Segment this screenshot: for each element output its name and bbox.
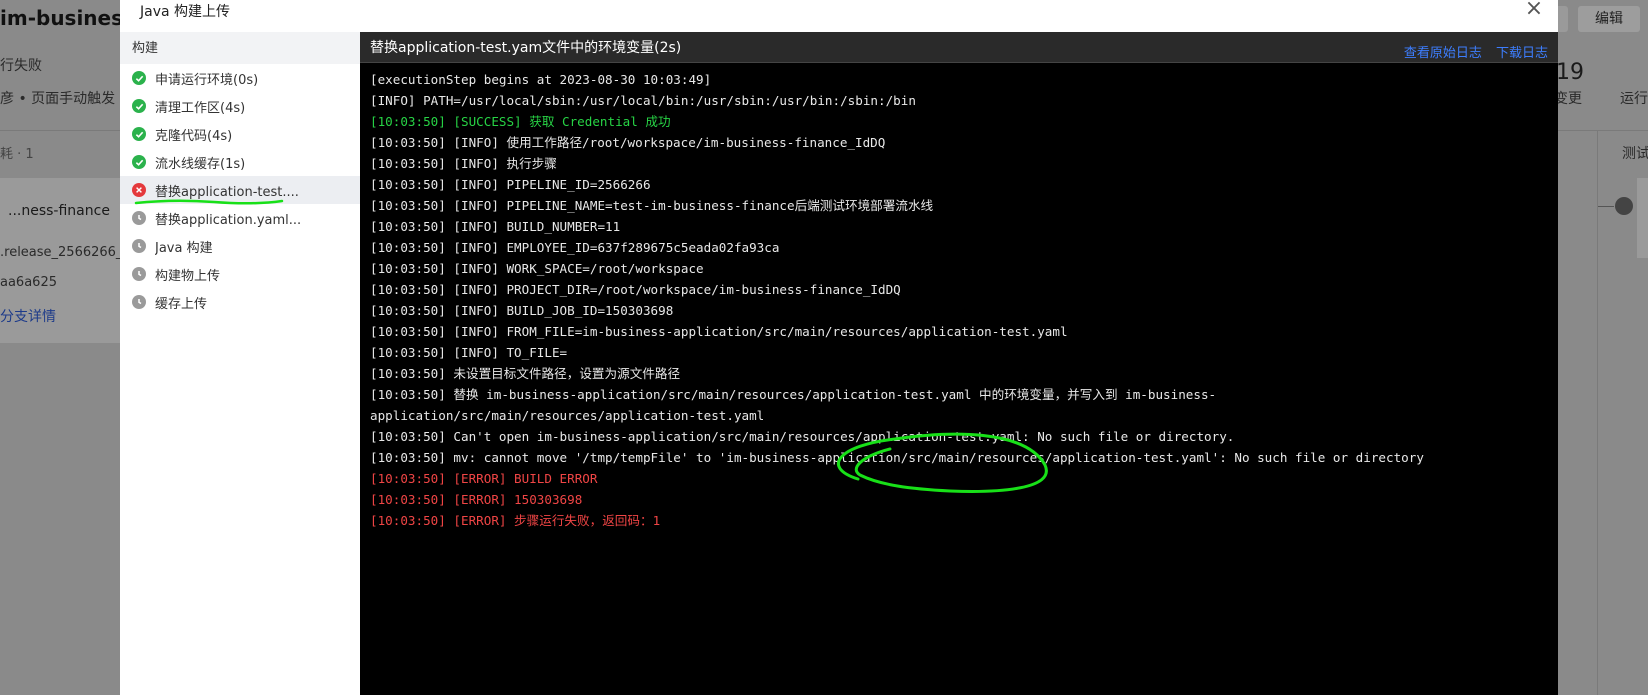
log-title: 替换application-test.yam文件中的环境变量(2s) bbox=[370, 40, 682, 56]
close-icon[interactable]: × bbox=[1520, 0, 1548, 20]
step-list: 构建 申请运行环境(0s) 清理工作区(4s) 克隆代码(4s) 流水线缓存(1… bbox=[120, 32, 361, 695]
log-line: [10:03:50] [INFO] PIPELINE_NAME=test-im-… bbox=[370, 198, 934, 213]
success-check-icon bbox=[132, 155, 146, 169]
step-label: 清理工作区(4s) bbox=[155, 100, 246, 116]
clock-icon bbox=[132, 295, 146, 309]
step-item-prepare-env[interactable]: 申请运行环境(0s) bbox=[120, 64, 360, 92]
error-x-icon bbox=[132, 183, 146, 197]
step-item-clone-code[interactable]: 克隆代码(4s) bbox=[120, 120, 360, 148]
log-line: [10:03:50] 未设置目标文件路径，设置为源文件路径 bbox=[370, 366, 681, 381]
step-item-clean-workspace[interactable]: 清理工作区(4s) bbox=[120, 92, 360, 120]
success-check-icon bbox=[132, 71, 146, 85]
log-line: [10:03:50] [INFO] FROM_FILE=im-business-… bbox=[370, 324, 1068, 339]
step-label: 替换application.yaml... bbox=[155, 212, 302, 228]
step-item-replace-application-yaml[interactable]: 替换application.yaml... bbox=[120, 204, 360, 232]
log-line: [10:03:50] 替换 im-business-application/sr… bbox=[370, 387, 1217, 402]
source-card-name: ...ness-finance bbox=[8, 203, 110, 219]
run-label: 运行 bbox=[1620, 91, 1648, 107]
step-item-cache-upload[interactable]: 缓存上传 bbox=[120, 288, 360, 316]
log-line: [10:03:50] [INFO] PROJECT_DIR=/root/work… bbox=[370, 282, 901, 297]
step-label: 替换application-test.... bbox=[155, 184, 299, 200]
modal-title: Java 构建上传 bbox=[140, 4, 231, 20]
modal-header: Java 构建上传 × bbox=[120, 0, 1558, 32]
log-panel: 替换application-test.yam文件中的环境变量(2s) 查看原始日… bbox=[360, 32, 1558, 695]
step-item-java-build[interactable]: Java 构建 bbox=[120, 232, 360, 260]
log-line: [10:03:50] [ERROR] 步骤运行失败，返回码：1 bbox=[370, 513, 661, 528]
step-label: 申请运行环境(0s) bbox=[155, 72, 259, 88]
download-log-link[interactable]: 下载日志 bbox=[1496, 46, 1548, 61]
log-line: [10:03:50] [INFO] PIPELINE_ID=2566266 bbox=[370, 177, 651, 192]
branch-name: .release_2566266_ bbox=[0, 245, 123, 260]
change-count: 19 bbox=[1556, 60, 1584, 85]
step-label: 克隆代码(4s) bbox=[155, 128, 233, 144]
log-header: 替换application-test.yam文件中的环境变量(2s) 查看原始日… bbox=[360, 32, 1558, 63]
step-label: 流水线缓存(1s) bbox=[155, 156, 246, 172]
green-circle-annotation bbox=[836, 432, 1048, 493]
step-item-pipeline-cache[interactable]: 流水线缓存(1s) bbox=[120, 148, 360, 176]
success-check-icon bbox=[132, 99, 146, 113]
clock-icon bbox=[132, 267, 146, 281]
step-item-replace-application-test[interactable]: 替换application-test.... bbox=[120, 176, 360, 205]
log-line: [executionStep begins at 2023-08-30 10:0… bbox=[370, 72, 712, 87]
view-raw-log-link[interactable]: 查看原始日志 bbox=[1404, 46, 1482, 61]
clock-icon bbox=[132, 211, 146, 225]
test-stage-label: 测试 bbox=[1622, 146, 1648, 162]
run-status: 行失败 bbox=[0, 58, 42, 74]
log-line: [10:03:50] [INFO] EMPLOYEE_ID=637f289675… bbox=[370, 240, 780, 255]
step-list-header: 构建 bbox=[120, 32, 360, 64]
log-line: [INFO] PATH=/usr/local/sbin:/usr/local/b… bbox=[370, 93, 916, 108]
log-actions: 查看原始日志 下载日志 bbox=[1394, 42, 1548, 61]
commit-id: aa6a625 bbox=[0, 275, 57, 290]
log-line: application/src/main/resources/applicati… bbox=[370, 408, 765, 423]
stage-info: 耗 · 1 bbox=[0, 147, 34, 162]
log-line: [10:03:50] [INFO] BUILD_NUMBER=11 bbox=[370, 219, 621, 234]
stage-connector bbox=[1598, 206, 1614, 207]
build-log-modal: Java 构建上传 × 构建 申请运行环境(0s) 清理工作区(4s) 克隆代码… bbox=[120, 0, 1558, 695]
clock-icon bbox=[132, 239, 146, 253]
log-line: [10:03:50] [INFO] 使用工作路径/root/workspace/… bbox=[370, 135, 886, 150]
step-item-artifact-upload[interactable]: 构建物上传 bbox=[120, 260, 360, 288]
branch-detail-link[interactable]: 分支详情 bbox=[0, 306, 56, 326]
step-label: 缓存上传 bbox=[155, 296, 208, 312]
log-line: [10:03:50] [INFO] 执行步骤 bbox=[370, 156, 557, 171]
step-label: Java 构建 bbox=[155, 240, 213, 256]
log-line: [10:03:50] [INFO] WORK_SPACE=/root/works… bbox=[370, 261, 704, 276]
clock-icon bbox=[1615, 197, 1633, 215]
log-line: [10:03:50] [INFO] BUILD_JOB_ID=150303698 bbox=[370, 303, 674, 318]
trigger-info: 彦 • 页面手动触发 bbox=[0, 91, 116, 107]
step-label: 构建物上传 bbox=[155, 268, 221, 284]
test-stage-card[interactable] bbox=[1637, 178, 1648, 258]
divider-vertical bbox=[1597, 130, 1598, 695]
log-line: [10:03:50] [SUCCESS] 获取 Credential 成功 bbox=[370, 114, 671, 129]
edit-button[interactable]: 编辑 bbox=[1578, 6, 1640, 32]
success-check-icon bbox=[132, 127, 146, 141]
log-line: [10:03:50] [INFO] TO_FILE= bbox=[370, 345, 568, 360]
